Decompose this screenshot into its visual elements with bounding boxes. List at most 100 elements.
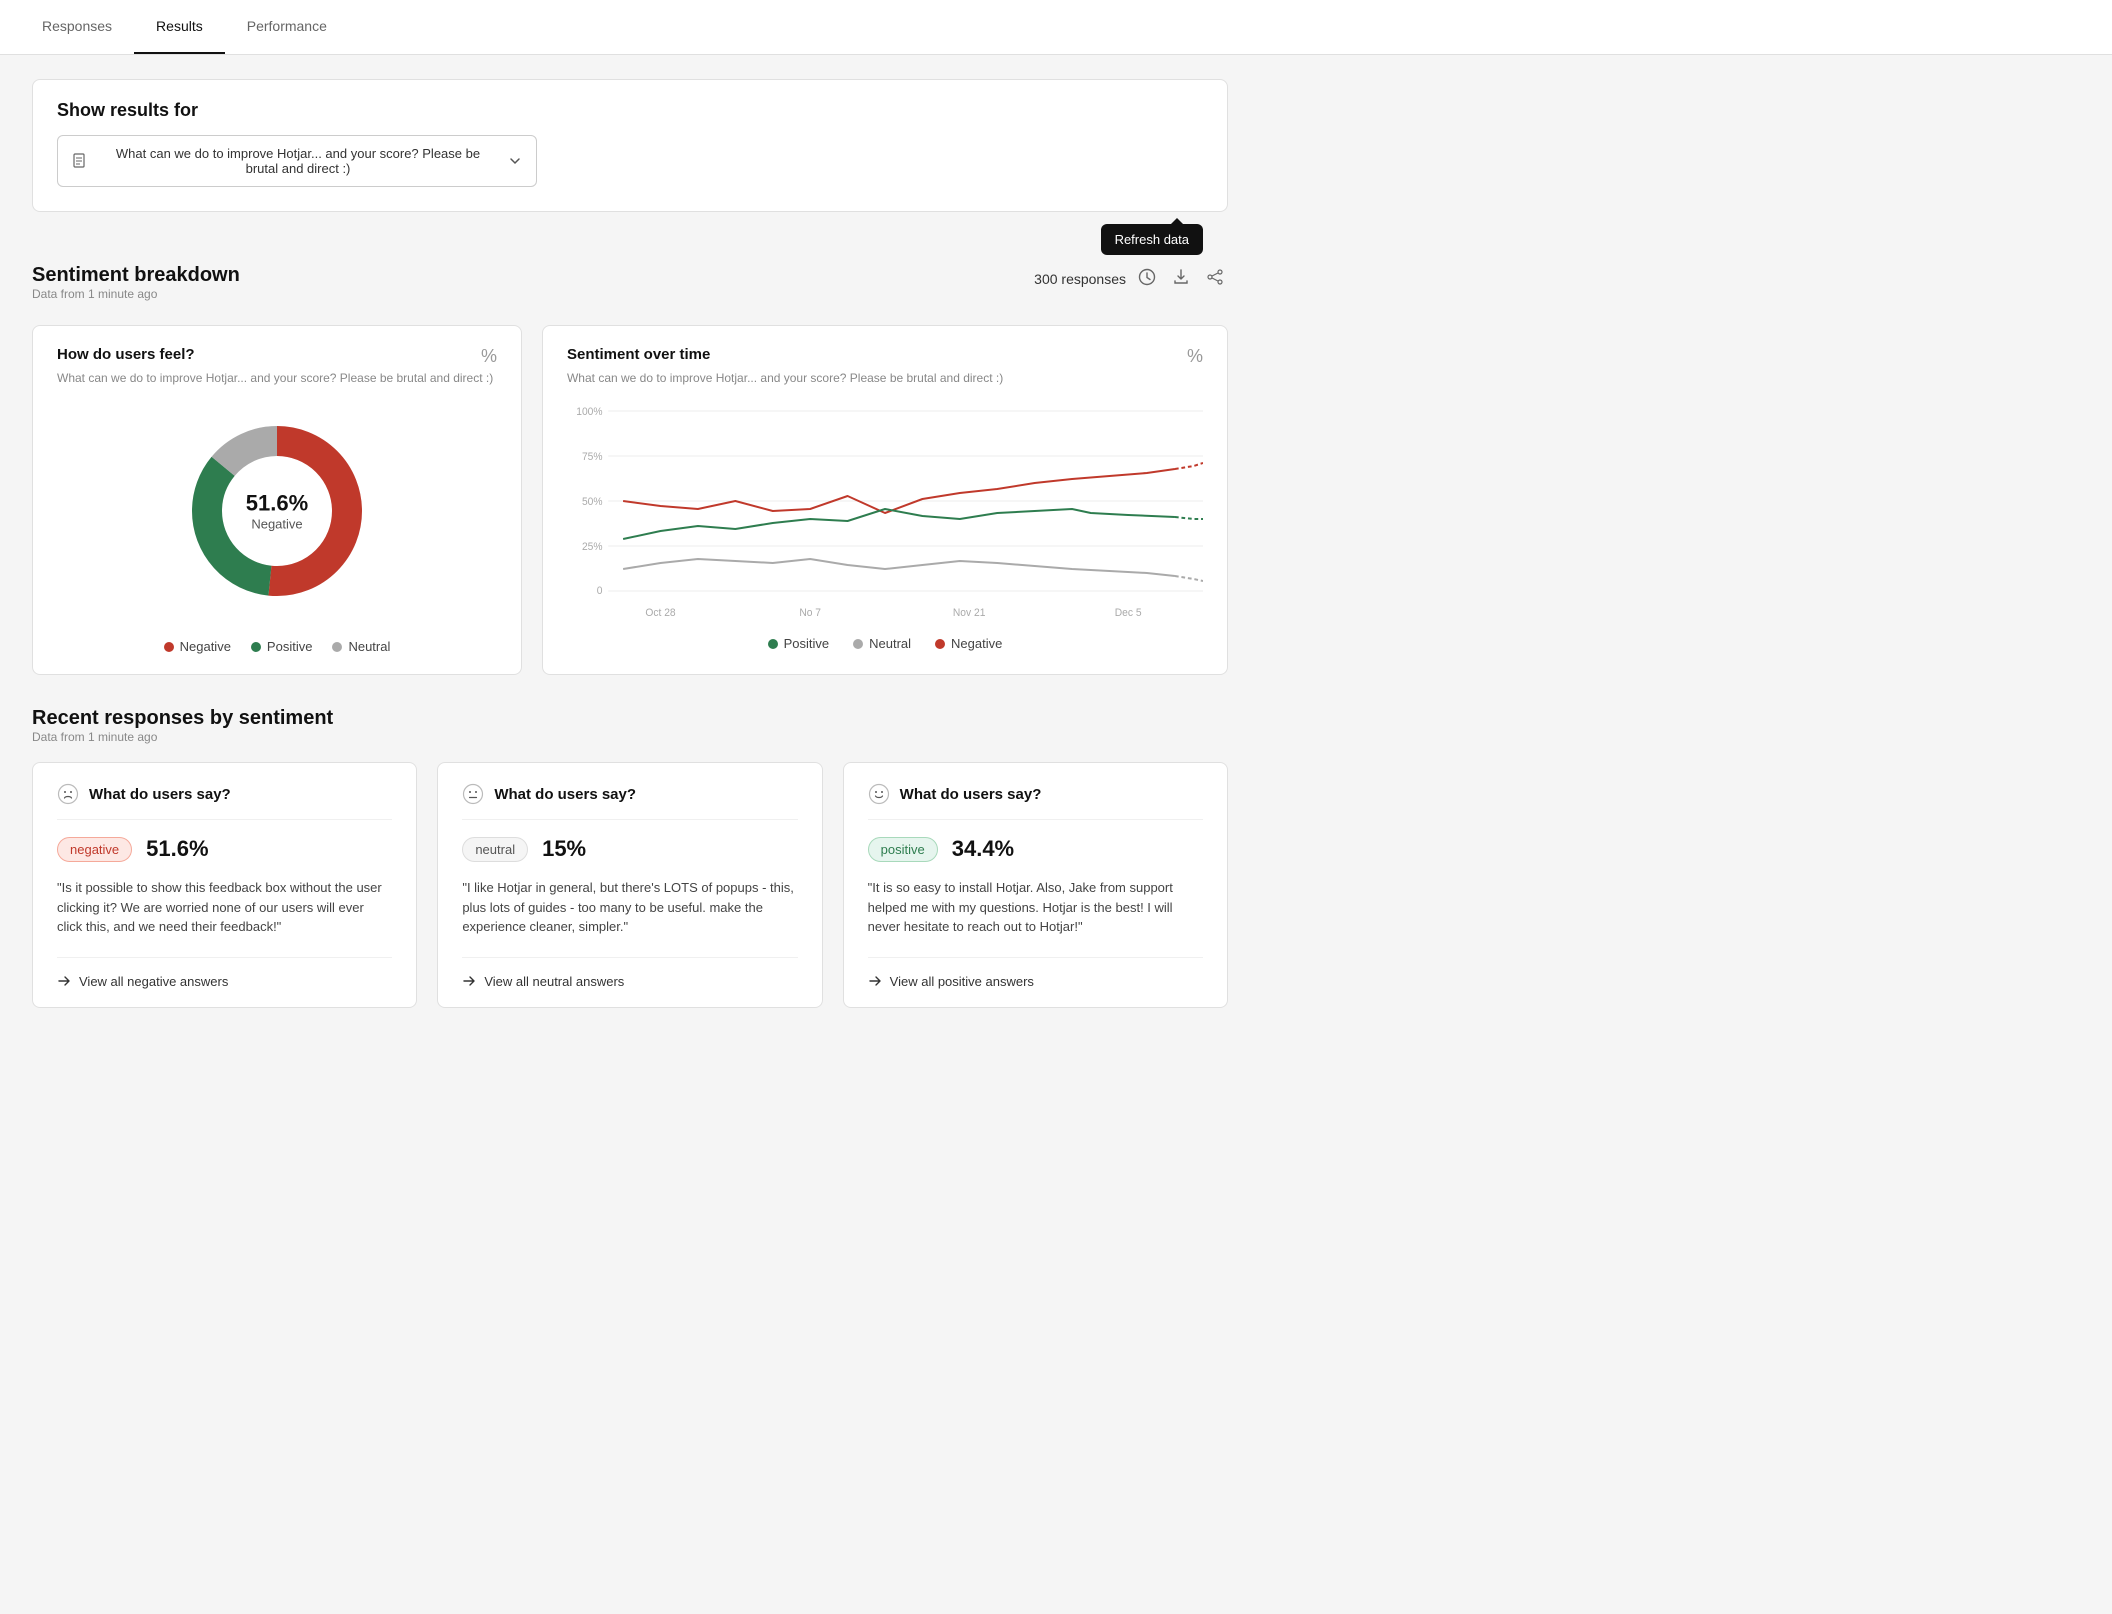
- dropdown-value: What can we do to improve Hotjar... and …: [98, 146, 498, 176]
- history-button[interactable]: [1134, 264, 1160, 293]
- view-positive-label: View all positive answers: [890, 974, 1034, 989]
- neutral-quote: "I like Hotjar in general, but there's L…: [462, 878, 797, 937]
- line-positive-dot: [768, 639, 778, 649]
- section-header: Sentiment breakdown Data from 1 minute a…: [32, 264, 1228, 319]
- svg-text:0: 0: [597, 585, 603, 597]
- neutral-face-icon: [462, 783, 484, 805]
- refresh-data-tooltip[interactable]: Refresh data: [1101, 224, 1203, 255]
- view-positive-link[interactable]: View all positive answers: [868, 957, 1203, 989]
- legend-positive-label: Positive: [267, 639, 313, 654]
- line-card-header: Sentiment over time %: [567, 346, 1203, 367]
- line-chart-container: 100% 75% 50% 25% 0 Oct 28 No 7 Nov 21 De…: [567, 401, 1203, 651]
- view-neutral-label: View all neutral answers: [484, 974, 624, 989]
- section-title-group: Sentiment breakdown Data from 1 minute a…: [32, 264, 240, 319]
- svg-text:Oct 28: Oct 28: [645, 607, 675, 619]
- line-legend-neutral-label: Neutral: [869, 636, 911, 651]
- legend-neutral-label: Neutral: [348, 639, 390, 654]
- negative-pct: 51.6%: [146, 836, 208, 862]
- question-dropdown[interactable]: What can we do to improve Hotjar... and …: [57, 135, 537, 187]
- positive-pct: 34.4%: [952, 836, 1014, 862]
- svg-text:75%: 75%: [582, 451, 603, 463]
- negative-face-icon: [57, 783, 79, 805]
- arrow-right-icon-2: [462, 974, 476, 988]
- positive-dot: [251, 642, 261, 652]
- donut-subtitle: What can we do to improve Hotjar... and …: [57, 371, 497, 385]
- response-card-neutral: What do users say? neutral 15% "I like H…: [437, 762, 822, 1008]
- recent-grid: What do users say? negative 51.6% "Is it…: [32, 762, 1228, 1008]
- line-legend-negative: Negative: [935, 636, 1002, 651]
- document-icon: [72, 153, 88, 169]
- positive-quote: "It is so easy to install Hotjar. Also, …: [868, 878, 1203, 937]
- arrow-right-icon-3: [868, 974, 882, 988]
- show-results-title: Show results for: [57, 100, 1203, 121]
- view-neutral-link[interactable]: View all neutral answers: [462, 957, 797, 989]
- svg-text:Dec 5: Dec 5: [1115, 607, 1142, 619]
- neutral-dot: [332, 642, 342, 652]
- chevron-down-icon: [508, 154, 522, 168]
- tab-results[interactable]: Results: [134, 0, 225, 54]
- line-title: Sentiment over time: [567, 346, 710, 363]
- negative-quote: "Is it possible to show this feedback bo…: [57, 878, 392, 937]
- share-button[interactable]: [1202, 264, 1228, 293]
- svg-text:Nov 21: Nov 21: [953, 607, 986, 619]
- recent-responses-section: Recent responses by sentiment Data from …: [32, 707, 1228, 1008]
- line-neutral-dot: [853, 639, 863, 649]
- badge-negative: negative: [57, 837, 132, 862]
- donut-legend: Negative Positive Neutral: [164, 639, 391, 654]
- line-legend-neutral: Neutral: [853, 636, 911, 651]
- share-icon: [1206, 268, 1224, 286]
- tab-responses[interactable]: Responses: [20, 0, 134, 54]
- donut-container: 51.6% Negative Negative Positive: [57, 401, 497, 654]
- legend-item-neutral: Neutral: [332, 639, 390, 654]
- badge-positive: positive: [868, 837, 938, 862]
- badge-neutral: neutral: [462, 837, 528, 862]
- response-card-title-positive: What do users say?: [900, 786, 1042, 803]
- donut-svg: [177, 411, 377, 611]
- line-legend-positive: Positive: [768, 636, 830, 651]
- sentiment-breakdown-subtitle: Data from 1 minute ago: [32, 287, 240, 301]
- donut-title: How do users feel?: [57, 346, 195, 363]
- donut-chart: 51.6% Negative: [177, 411, 377, 611]
- sentiment-breakdown-title: Sentiment breakdown: [32, 264, 240, 287]
- line-negative-dot: [935, 639, 945, 649]
- sentiment-breakdown-section: Sentiment breakdown Data from 1 minute a…: [32, 264, 1228, 1008]
- response-card-header-negative: What do users say?: [57, 783, 392, 820]
- svg-text:25%: 25%: [582, 541, 603, 553]
- recent-subtitle: Data from 1 minute ago: [32, 730, 1228, 744]
- donut-pct-toggle[interactable]: %: [481, 346, 497, 367]
- tabs-bar: Responses Results Performance: [0, 0, 2112, 55]
- view-negative-label: View all negative answers: [79, 974, 228, 989]
- donut-card-header: How do users feel? %: [57, 346, 497, 367]
- line-legend-negative-label: Negative: [951, 636, 1002, 651]
- line-chart-svg: 100% 75% 50% 25% 0 Oct 28 No 7 Nov 21 De…: [567, 401, 1203, 621]
- svg-text:50%: 50%: [582, 496, 603, 508]
- response-card-header-neutral: What do users say?: [462, 783, 797, 820]
- tab-performance[interactable]: Performance: [225, 0, 349, 54]
- download-icon: [1172, 268, 1190, 286]
- line-pct-toggle[interactable]: %: [1187, 346, 1203, 367]
- legend-item-negative: Negative: [164, 639, 231, 654]
- response-card-positive: What do users say? positive 34.4% "It is…: [843, 762, 1228, 1008]
- svg-text:No 7: No 7: [799, 607, 821, 619]
- neutral-pct: 15%: [542, 836, 586, 862]
- response-card-title-neutral: What do users say?: [494, 786, 636, 803]
- line-chart-legend: Positive Neutral Negative: [567, 636, 1203, 651]
- legend-item-positive: Positive: [251, 639, 313, 654]
- negative-dot: [164, 642, 174, 652]
- section-actions: 300 responses: [1034, 264, 1228, 293]
- recent-title: Recent responses by sentiment: [32, 707, 1228, 730]
- svg-text:100%: 100%: [576, 406, 603, 418]
- main-content: Show results for What can we do to impro…: [0, 55, 1260, 1032]
- responses-count: 300 responses: [1034, 271, 1126, 287]
- line-chart-card: Sentiment over time % What can we do to …: [542, 325, 1228, 675]
- legend-negative-label: Negative: [180, 639, 231, 654]
- history-icon: [1138, 268, 1156, 286]
- download-button[interactable]: [1168, 264, 1194, 293]
- show-results-card: Show results for What can we do to impro…: [32, 79, 1228, 212]
- donut-chart-card: How do users feel? % What can we do to i…: [32, 325, 522, 675]
- charts-row: How do users feel? % What can we do to i…: [32, 325, 1228, 675]
- view-negative-link[interactable]: View all negative answers: [57, 957, 392, 989]
- line-subtitle: What can we do to improve Hotjar... and …: [567, 371, 1203, 385]
- response-card-negative: What do users say? negative 51.6% "Is it…: [32, 762, 417, 1008]
- response-card-title-negative: What do users say?: [89, 786, 231, 803]
